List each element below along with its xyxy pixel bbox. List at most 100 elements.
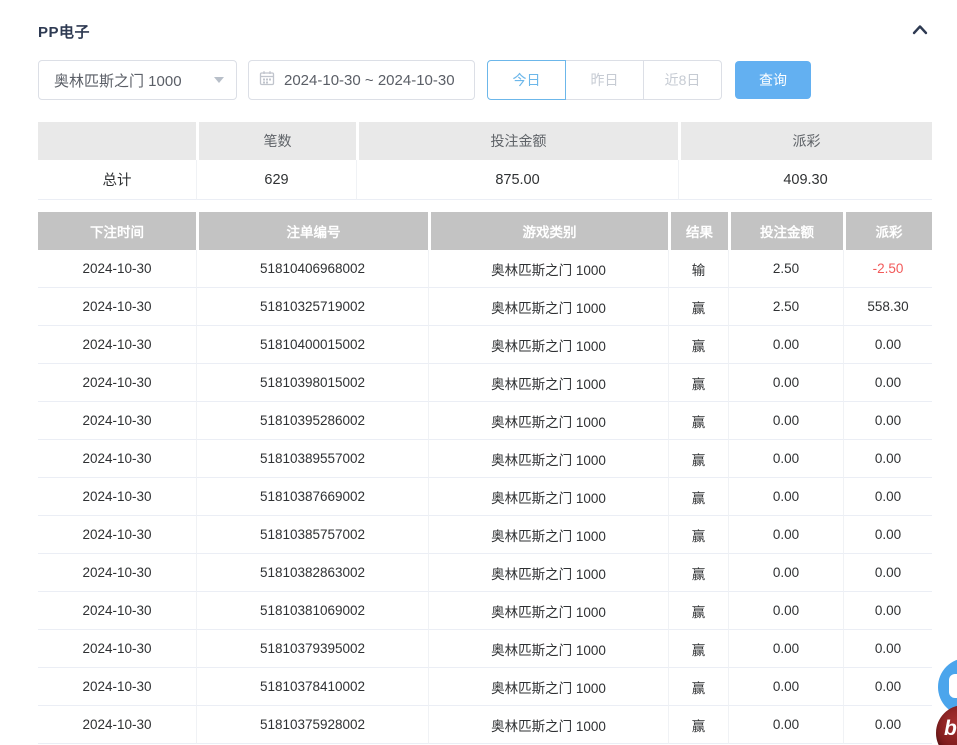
game-select[interactable]: 奥林匹斯之门 1000 bbox=[38, 60, 237, 100]
order-id-cell: 51810378410002 bbox=[196, 668, 428, 706]
result-cell: 赢 bbox=[668, 478, 728, 516]
bet-time-cell: 2024-10-30 bbox=[38, 592, 196, 630]
calendar-icon bbox=[259, 70, 275, 90]
game-category-cell: 奥林匹斯之门 1000 bbox=[428, 440, 668, 478]
panel-title: PP电子 bbox=[38, 21, 90, 42]
payout-cell: 0.00 bbox=[843, 630, 932, 668]
date-range-value: 2024-10-30 ~ 2024-10-30 bbox=[284, 72, 455, 89]
order-id-cell: 51810379395002 bbox=[196, 630, 428, 668]
order-id-cell: 51810400015002 bbox=[196, 326, 428, 364]
range-button-today[interactable]: 今日 bbox=[487, 60, 566, 100]
order-id-cell: 51810395286002 bbox=[196, 402, 428, 440]
summary-header-row: 笔数 投注金额 派彩 bbox=[38, 122, 932, 160]
detail-table: 下注时间 注单编号 游戏类别 结果 投注金额 派彩 2024-10-305181… bbox=[38, 212, 932, 744]
summary-total-label: 总计 bbox=[38, 160, 196, 200]
game-category-cell: 奥林匹斯之门 1000 bbox=[428, 288, 668, 326]
game-category-cell: 奥林匹斯之门 1000 bbox=[428, 516, 668, 554]
payout-cell: 558.30 bbox=[843, 288, 932, 326]
table-row: 2024-10-3051810395286002奥林匹斯之门 1000赢0.00… bbox=[38, 402, 932, 440]
result-cell: 赢 bbox=[668, 288, 728, 326]
table-row: 2024-10-3051810387669002奥林匹斯之门 1000赢0.00… bbox=[38, 478, 932, 516]
game-category-cell: 奥林匹斯之门 1000 bbox=[428, 630, 668, 668]
order-id-cell: 51810406968002 bbox=[196, 250, 428, 288]
payout-cell: 0.00 bbox=[843, 364, 932, 402]
bet-amount-cell: 0.00 bbox=[728, 402, 843, 440]
order-id-cell: 51810325719002 bbox=[196, 288, 428, 326]
table-row: 2024-10-3051810398015002奥林匹斯之门 1000赢0.00… bbox=[38, 364, 932, 402]
range-button-yesterday[interactable]: 昨日 bbox=[565, 60, 644, 100]
game-category-cell: 奥林匹斯之门 1000 bbox=[428, 478, 668, 516]
payout-cell: -2.50 bbox=[843, 250, 932, 288]
bet-amount-cell: 0.00 bbox=[728, 554, 843, 592]
result-cell: 赢 bbox=[668, 706, 728, 744]
bet-time-cell: 2024-10-30 bbox=[38, 516, 196, 554]
bet-amount-cell: 2.50 bbox=[728, 288, 843, 326]
result-cell: 赢 bbox=[668, 440, 728, 478]
table-row: 2024-10-3051810385757002奥林匹斯之门 1000赢0.00… bbox=[38, 516, 932, 554]
bet-amount-cell: 0.00 bbox=[728, 668, 843, 706]
collapse-panel-button[interactable] bbox=[907, 18, 933, 44]
result-cell: 赢 bbox=[668, 402, 728, 440]
game-category-cell: 奥林匹斯之门 1000 bbox=[428, 554, 668, 592]
summary-header-payout: 派彩 bbox=[678, 122, 932, 160]
brand-logo-icon: b bbox=[944, 717, 957, 741]
payout-cell: 0.00 bbox=[843, 668, 932, 706]
summary-total-bet-amount: 875.00 bbox=[356, 160, 678, 200]
result-cell: 赢 bbox=[668, 364, 728, 402]
bet-amount-cell: 0.00 bbox=[728, 364, 843, 402]
table-row: 2024-10-3051810406968002奥林匹斯之门 1000输2.50… bbox=[38, 250, 932, 288]
payout-cell: 0.00 bbox=[843, 402, 932, 440]
header-game-category: 游戏类别 bbox=[428, 212, 668, 250]
result-cell: 赢 bbox=[668, 326, 728, 364]
bet-time-cell: 2024-10-30 bbox=[38, 668, 196, 706]
payout-cell: 0.00 bbox=[843, 554, 932, 592]
search-button[interactable]: 查询 bbox=[735, 61, 811, 99]
range-button-last8days[interactable]: 近8日 bbox=[643, 60, 722, 100]
game-category-cell: 奥林匹斯之门 1000 bbox=[428, 364, 668, 402]
game-category-cell: 奥林匹斯之门 1000 bbox=[428, 706, 668, 744]
panel-header: PP电子 bbox=[38, 18, 933, 44]
order-id-cell: 51810375928002 bbox=[196, 706, 428, 744]
bet-time-cell: 2024-10-30 bbox=[38, 288, 196, 326]
payout-cell: 0.00 bbox=[843, 706, 932, 744]
payout-cell: 0.00 bbox=[843, 516, 932, 554]
table-row: 2024-10-3051810381069002奥林匹斯之门 1000赢0.00… bbox=[38, 592, 932, 630]
brand-fab[interactable]: b bbox=[936, 705, 957, 745]
bet-amount-cell: 0.00 bbox=[728, 706, 843, 744]
bet-amount-cell: 0.00 bbox=[728, 440, 843, 478]
summary-total-row: 总计 629 875.00 409.30 bbox=[38, 160, 932, 200]
summary-header-blank bbox=[38, 122, 196, 160]
table-row: 2024-10-3051810379395002奥林匹斯之门 1000赢0.00… bbox=[38, 630, 932, 668]
result-cell: 输 bbox=[668, 250, 728, 288]
game-category-cell: 奥林匹斯之门 1000 bbox=[428, 326, 668, 364]
game-select-value: 奥林匹斯之门 1000 bbox=[54, 70, 182, 91]
result-cell: 赢 bbox=[668, 630, 728, 668]
summary-total-payout: 409.30 bbox=[678, 160, 932, 200]
bet-amount-cell: 0.00 bbox=[728, 478, 843, 516]
order-id-cell: 51810387669002 bbox=[196, 478, 428, 516]
order-id-cell: 51810398015002 bbox=[196, 364, 428, 402]
bet-amount-cell: 0.00 bbox=[728, 630, 843, 668]
table-row: 2024-10-3051810400015002奥林匹斯之门 1000赢0.00… bbox=[38, 326, 932, 364]
order-id-cell: 51810385757002 bbox=[196, 516, 428, 554]
table-row: 2024-10-3051810378410002奥林匹斯之门 1000赢0.00… bbox=[38, 668, 932, 706]
summary-header-bet-amount: 投注金额 bbox=[356, 122, 678, 160]
detail-table-body: 2024-10-3051810406968002奥林匹斯之门 1000输2.50… bbox=[38, 250, 932, 744]
date-range-picker[interactable]: 2024-10-30 ~ 2024-10-30 bbox=[248, 60, 475, 100]
payout-cell: 0.00 bbox=[843, 478, 932, 516]
payout-cell: 0.00 bbox=[843, 592, 932, 630]
bet-amount-cell: 0.00 bbox=[728, 326, 843, 364]
header-order-id: 注单编号 bbox=[196, 212, 428, 250]
bet-time-cell: 2024-10-30 bbox=[38, 326, 196, 364]
payout-cell: 0.00 bbox=[843, 326, 932, 364]
detail-header-row: 下注时间 注单编号 游戏类别 结果 投注金额 派彩 bbox=[38, 212, 932, 250]
chevron-down-icon bbox=[214, 77, 224, 83]
bet-time-cell: 2024-10-30 bbox=[38, 554, 196, 592]
bet-amount-cell: 0.00 bbox=[728, 516, 843, 554]
bet-time-cell: 2024-10-30 bbox=[38, 440, 196, 478]
header-result: 结果 bbox=[668, 212, 728, 250]
filter-bar: 奥林匹斯之门 1000 2024-10-30 ~ 2024-10-30 今日 昨… bbox=[38, 60, 811, 100]
result-cell: 赢 bbox=[668, 592, 728, 630]
chevron-up-icon bbox=[909, 19, 931, 44]
summary-total-count: 629 bbox=[196, 160, 356, 200]
